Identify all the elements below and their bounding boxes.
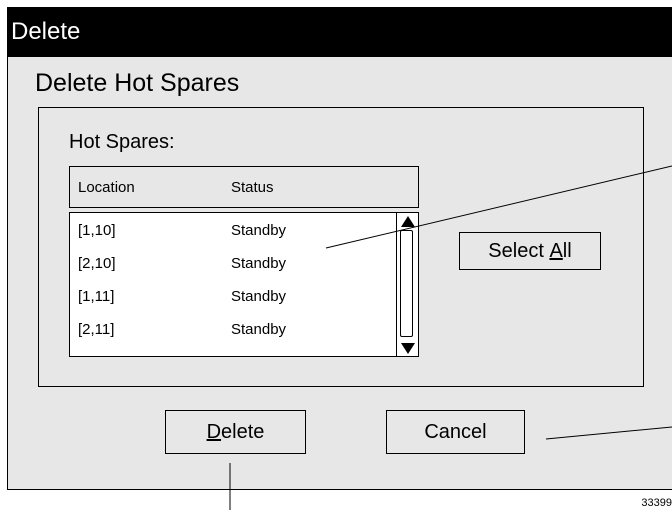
callout-line-list [325,165,672,249]
callout-lines [229,165,672,510]
callout-line-cancel [545,426,672,440]
figure-number: 33399 [641,497,672,509]
